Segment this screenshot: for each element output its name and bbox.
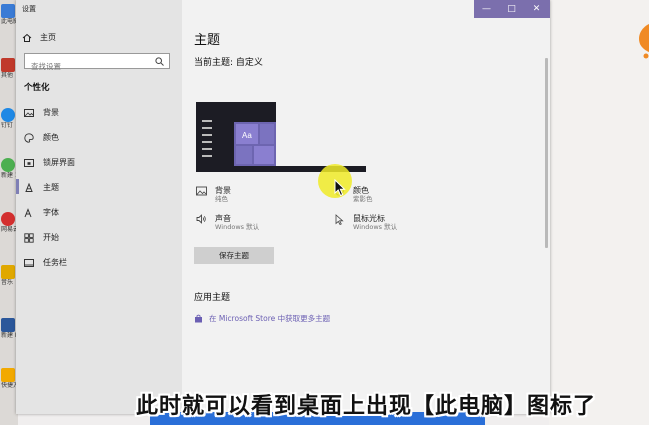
page-title: 主题: [194, 33, 221, 48]
theme-icon: [25, 182, 33, 192]
search-box[interactable]: [24, 53, 170, 74]
color-value: 紫影色: [353, 195, 373, 203]
file-icon: [1, 158, 15, 172]
lock-screen-icon: [24, 158, 34, 167]
shortcut-icon: [1, 368, 15, 382]
word-document-icon: [1, 318, 15, 332]
close-icon[interactable]: ✕: [524, 0, 549, 18]
computer-icon: [1, 4, 15, 18]
nav-item-label: 开始: [43, 233, 59, 242]
background-label: 背景: [215, 186, 231, 195]
current-theme-label: 当前主题: 自定义: [194, 58, 263, 68]
sound-value: Windows 默认: [215, 223, 260, 231]
desktop-icon-dingtalk[interactable]: 钉钉: [1, 108, 16, 129]
window-controls: — □ ✕: [474, 0, 550, 18]
save-theme-button[interactable]: 保存主题: [194, 247, 274, 264]
orange-logo-icon: [639, 24, 649, 59]
nav-item-lock-screen[interactable]: 锁屏界面: [24, 157, 75, 168]
store-link-label: 在 Microsoft Store 中获取更多主题: [209, 314, 331, 323]
settings-window: 设置 主页 个性化 背景 颜色: [16, 0, 550, 414]
mouse-cursor-icon: [335, 214, 344, 225]
nav-item-label: 颜色: [43, 133, 59, 142]
palette-icon: [24, 132, 34, 143]
nav-item-start[interactable]: 开始: [24, 232, 59, 243]
search-input[interactable]: [29, 59, 153, 74]
nav-item-label: 锁屏界面: [43, 158, 75, 167]
color-label: 颜色: [353, 186, 369, 195]
content-scrollbar[interactable]: [545, 58, 548, 248]
theme-cursor-option[interactable]: 鼠标光标 Windows 默认: [334, 214, 397, 232]
minimize-icon[interactable]: —: [474, 0, 499, 18]
music-app-icon: [1, 212, 15, 226]
font-icon: [24, 207, 32, 217]
nav-item-colors[interactable]: 颜色: [24, 132, 59, 143]
desktop-icon-shortcut[interactable]: 快捷方式: [1, 368, 18, 389]
nav-item-label: 主题: [43, 183, 59, 192]
folder-icon: [1, 265, 15, 279]
background-value: 纯色: [215, 195, 228, 203]
desktop-right-area: [549, 0, 649, 425]
apply-theme-heading: 应用主题: [194, 293, 231, 303]
nav-item-label: 字体: [43, 208, 59, 217]
store-icon: [195, 314, 202, 323]
maximize-icon[interactable]: □: [499, 0, 524, 18]
desktop-icon-other[interactable]: 其他: [1, 58, 16, 79]
nav-item-themes[interactable]: 主题: [16, 179, 59, 194]
home-icon: [22, 33, 32, 42]
microsoft-store-link[interactable]: 在 Microsoft Store 中获取更多主题: [194, 313, 330, 324]
desktop-icon-music[interactable]: 音乐: [1, 265, 16, 286]
theme-sound-option[interactable]: 声音 Windows 默认: [196, 214, 259, 232]
section-heading: 个性化: [24, 83, 50, 93]
app-title: 设置: [22, 5, 36, 13]
desktop-icon-new-txt[interactable]: 新建 18.txt: [1, 158, 18, 179]
nav-item-label: 任务栏: [43, 258, 67, 267]
theme-background-option[interactable]: 背景 纯色: [196, 186, 231, 204]
desktop-icon-netease-music[interactable]: 网易云: [1, 212, 18, 233]
picture-icon: [196, 186, 207, 196]
app-icon: [1, 58, 15, 72]
dingtalk-icon: [1, 108, 15, 122]
settings-content: — □ ✕ 主题 当前主题: 自定义 Aa 背景 纯色 颜色 紫影色 声音 Wi…: [182, 0, 550, 414]
settings-sidebar: 设置 主页 个性化 背景 颜色: [16, 0, 182, 414]
nav-home[interactable]: 主页: [22, 32, 56, 43]
search-icon[interactable]: [155, 57, 164, 66]
nav-item-fonts[interactable]: 字体: [24, 207, 59, 218]
taskbar-icon: [24, 258, 34, 267]
cursor-value: Windows 默认: [353, 223, 398, 231]
mouse-pointer-icon: [334, 179, 346, 197]
video-caption: 此时就可以看到桌面上出现【此电脑】图标了: [136, 394, 597, 419]
cursor-label: 鼠标光标: [353, 214, 385, 223]
desktop-icon-new-word[interactable]: 新建 Micros: [1, 318, 18, 339]
nav-item-taskbar[interactable]: 任务栏: [24, 257, 67, 268]
sound-label: 声音: [215, 214, 231, 223]
start-icon: [24, 232, 34, 243]
theme-preview: Aa: [196, 102, 366, 172]
nav-item-background[interactable]: 背景: [24, 107, 59, 118]
nav-home-label: 主页: [40, 33, 56, 42]
nav-item-label: 背景: [43, 108, 59, 117]
picture-icon: [24, 108, 34, 117]
speaker-icon: [196, 214, 206, 224]
preview-sample-text: Aa: [242, 131, 252, 140]
desktop-icon-this-pc[interactable]: 此电脑: [1, 4, 18, 25]
